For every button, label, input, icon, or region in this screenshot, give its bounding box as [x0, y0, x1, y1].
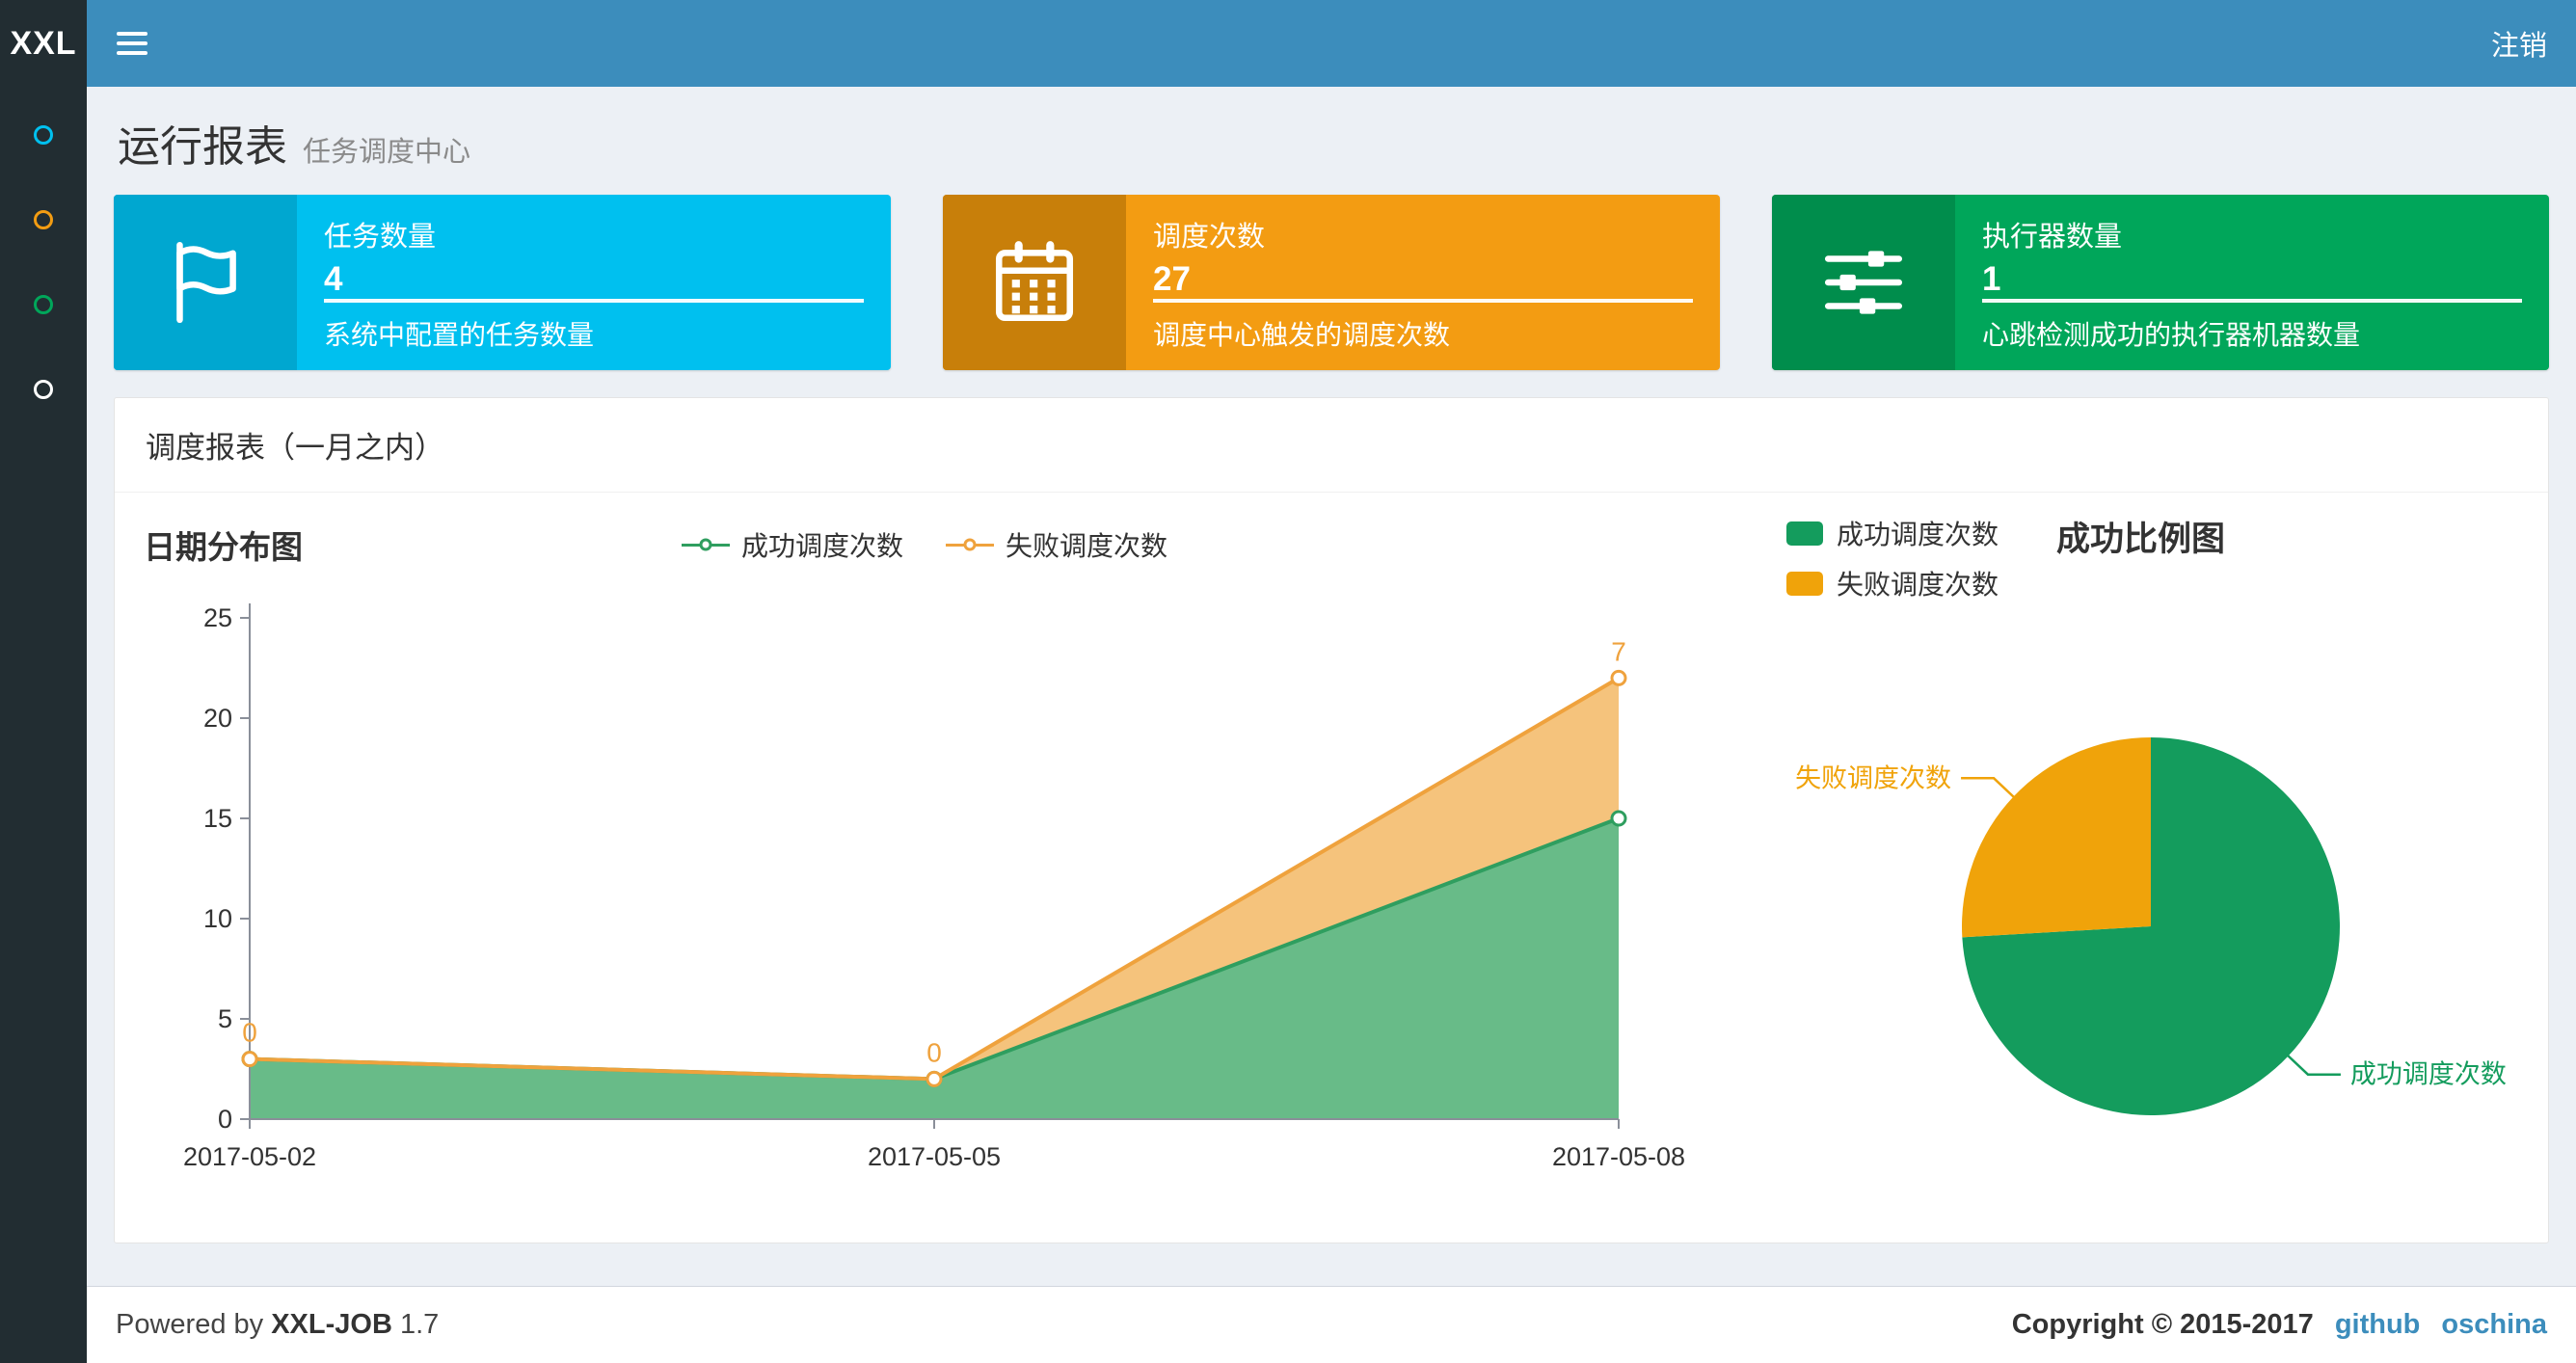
app-logo[interactable]: XXL: [0, 0, 87, 87]
date-distribution-section: 日期分布图 成功调度次数 失败调度次数 0 5 10 15 20 25 2017-05-02…: [144, 510, 1705, 1204]
copyright-text: Copyright © 2015-2017: [2011, 1309, 2314, 1340]
panel-title: 调度报表（一月之内）: [115, 398, 2548, 493]
svg-text:7: 7: [1611, 636, 1626, 666]
powered-by: Powered by XXL-JOB 1.7: [116, 1309, 440, 1340]
info-box-value: 4: [324, 260, 343, 298]
info-box-description: 调度中心触发的调度次数: [1153, 320, 1451, 350]
report-panel: 调度报表（一月之内） 日期分布图 成功调度次数 失败调度次数 0 5 10 15…: [114, 397, 2549, 1243]
info-box-value: 1: [1982, 260, 2001, 298]
circle-icon: [34, 125, 53, 145]
success-ratio-section: 成功调度次数 失败调度次数 成功比例图 成功调度次数 失败调度次数: [1705, 510, 2519, 1204]
sidebar-toggle-button[interactable]: [87, 0, 177, 87]
info-box-title: 任务数量: [324, 222, 437, 253]
legend-label: 失败调度次数: [1006, 531, 1168, 561]
top-navbar: XXL 注销: [0, 0, 2576, 87]
progress-bar: [1153, 299, 1693, 303]
info-box-jobs: 任务数量 4 系统中配置的任务数量: [114, 195, 891, 370]
info-box-executors: 执行器数量 1 心跳检测成功的执行器机器数量: [1772, 195, 2549, 370]
svg-text:0: 0: [242, 1018, 257, 1048]
page-subtitle: 任务调度中心: [303, 137, 471, 168]
sidebar: [0, 87, 87, 1363]
circle-icon: [34, 210, 53, 229]
progress-bar: [324, 299, 864, 303]
oschina-link[interactable]: oschina: [2441, 1309, 2547, 1341]
hamburger-icon: [117, 32, 148, 36]
logout-link[interactable]: 注销: [2462, 0, 2576, 87]
calendar-icon: [943, 195, 1126, 370]
date-distribution-chart: 05101520252017-05-02 2017-05-05 2017-05-08…: [183, 603, 1685, 1171]
circle-icon: [34, 295, 53, 314]
svg-text:成功调度次数: 成功调度次数: [2350, 1060, 2507, 1089]
svg-text:5: 5: [218, 1004, 232, 1033]
legend-label: 成功调度次数: [740, 531, 903, 561]
sidebar-item-3[interactable]: [0, 262, 87, 347]
github-link[interactable]: github: [2335, 1309, 2421, 1341]
svg-text:0: 0: [218, 1105, 232, 1134]
legend-label: 成功调度次数: [1837, 520, 1999, 549]
success-ratio-pie-chart: 成功调度次数 失败调度次数: [1795, 737, 2507, 1115]
svg-text:2017-05-02: 2017-05-02: [183, 1142, 316, 1171]
sidebar-item-2[interactable]: [0, 177, 87, 262]
legend-item-success[interactable]: 成功调度次数: [1786, 514, 1999, 552]
hamburger-icon: [117, 51, 148, 55]
content-area: 运行报表 任务调度中心 任务数量 4 系统中配置的任务数量 调度次数 27 调度…: [87, 87, 2576, 1286]
legend-item-success[interactable]: 成功调度次数: [681, 525, 903, 564]
swatch-icon: [1786, 571, 1823, 596]
footer: Powered by XXL-JOB 1.7 Copyright © 2015-…: [87, 1286, 2576, 1363]
legend-item-failure[interactable]: 失败调度次数: [946, 525, 1167, 564]
page-header: 运行报表 任务调度中心: [87, 87, 2576, 195]
line-chart-title: 日期分布图: [144, 529, 303, 565]
svg-text:失败调度次数: 失败调度次数: [1795, 763, 1951, 792]
progress-bar: [1982, 299, 2522, 303]
svg-text:15: 15: [203, 804, 232, 833]
sidebar-item-1[interactable]: [0, 93, 87, 177]
svg-text:25: 25: [203, 603, 232, 632]
legend-item-failure[interactable]: 失败调度次数: [1786, 564, 1999, 602]
legend-label: 失败调度次数: [1837, 570, 1999, 600]
hamburger-icon: [117, 41, 148, 45]
info-box-description: 心跳检测成功的执行器机器数量: [1982, 320, 2361, 350]
info-box-description: 系统中配置的任务数量: [324, 320, 595, 350]
flag-icon: [114, 195, 297, 370]
svg-text:2017-05-08: 2017-05-08: [1552, 1142, 1685, 1171]
circle-icon: [34, 380, 53, 399]
info-box-row: 任务数量 4 系统中配置的任务数量 调度次数 27 调度中心触发的调度次数 执行…: [87, 195, 2576, 370]
svg-text:10: 10: [203, 904, 232, 933]
svg-text:20: 20: [203, 704, 232, 733]
info-box-title: 执行器数量: [1982, 222, 2123, 253]
info-box-title: 调度次数: [1153, 222, 1266, 253]
info-box-value: 27: [1153, 260, 1191, 298]
line-marker-icon: [681, 538, 730, 551]
pie-chart-title: 成功比例图: [2056, 521, 2226, 558]
svg-text:2017-05-05: 2017-05-05: [868, 1142, 1001, 1171]
page-title: 运行报表: [118, 123, 287, 171]
info-box-triggers: 调度次数 27 调度中心触发的调度次数: [943, 195, 1720, 370]
line-chart-legend: 成功调度次数 失败调度次数: [681, 525, 1167, 564]
swatch-icon: [1786, 521, 1823, 546]
line-marker-icon: [946, 538, 994, 551]
sliders-icon: [1772, 195, 1955, 370]
sidebar-item-4[interactable]: [0, 347, 87, 432]
svg-text:0: 0: [926, 1037, 942, 1067]
pie-chart-legend: 成功调度次数 失败调度次数: [1786, 510, 1999, 602]
